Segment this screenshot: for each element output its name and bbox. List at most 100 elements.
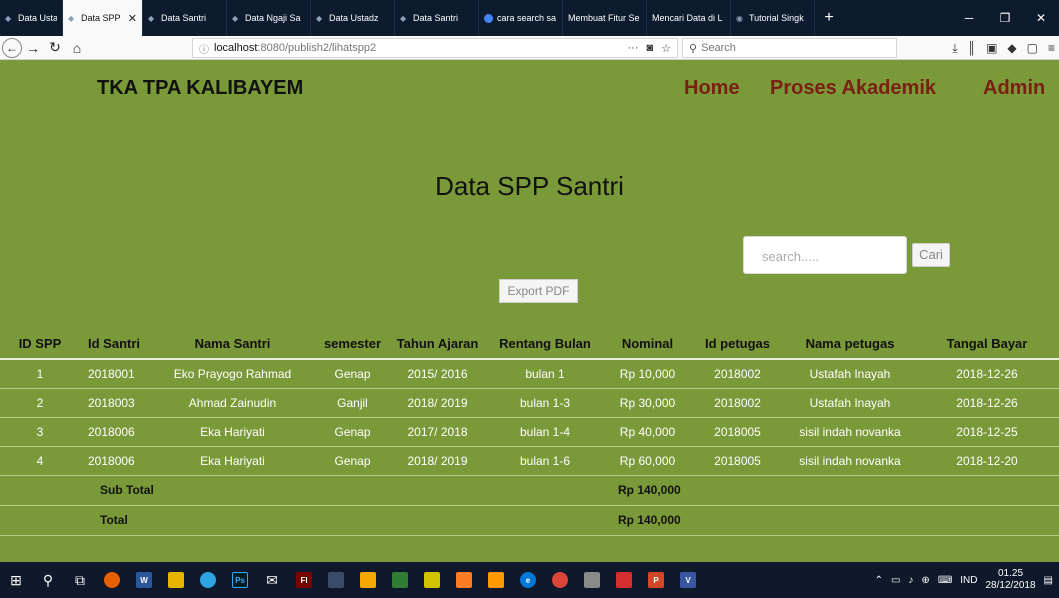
table-cell: 2018/ 2019 xyxy=(390,446,485,476)
bookmark-star-icon[interactable]: ☆ xyxy=(661,42,671,55)
browser-tab-active[interactable]: ◆ Data SPP ✕ xyxy=(63,0,143,36)
home-icon[interactable]: ⌂ xyxy=(66,37,88,59)
table-cell: 2018-12-26 xyxy=(915,359,1059,389)
sublime-icon[interactable] xyxy=(480,562,512,598)
table-cell: Eka Hariyati xyxy=(150,446,315,476)
visio-icon[interactable]: V xyxy=(672,562,704,598)
download-icon[interactable]: ⤓ xyxy=(952,41,957,56)
info-icon[interactable]: ⓘ xyxy=(199,41,209,56)
keyboard-icon[interactable]: ⌨ xyxy=(938,575,952,586)
notification-icon[interactable]: ▤ xyxy=(1044,575,1053,586)
clock[interactable]: 01.25 28/12/2018 xyxy=(985,568,1035,592)
browser-search-placeholder: Search xyxy=(701,42,736,54)
powerpoint-icon[interactable]: P xyxy=(640,562,672,598)
table-cell: 2018-12-20 xyxy=(915,446,1059,476)
page-icon: ◆ xyxy=(5,13,12,23)
app-icon[interactable] xyxy=(320,562,352,598)
total-row: Total Rp 140,000 xyxy=(0,505,1059,536)
restore-icon[interactable]: ❐ xyxy=(987,11,1023,25)
photoshop-icon[interactable]: Ps xyxy=(224,562,256,598)
minimize-icon[interactable]: ─ xyxy=(951,11,987,25)
search-input[interactable]: search..... xyxy=(743,236,907,274)
browser-tab[interactable]: ◆ Data Santri xyxy=(395,0,479,36)
table-cell: 2018/ 2019 xyxy=(390,388,485,418)
table-row: 4 2018006 Eka Hariyati Genap 2018/ 2019 … xyxy=(0,446,1059,476)
file-explorer-icon[interactable] xyxy=(160,562,192,598)
table-cell: 1 xyxy=(0,359,80,389)
close-tab-icon[interactable]: ✕ xyxy=(125,12,137,25)
back-arrow-icon[interactable]: ← xyxy=(2,37,22,58)
edge-icon[interactable]: e xyxy=(512,562,544,598)
clock-date: 28/12/2018 xyxy=(985,580,1036,591)
flash-icon[interactable]: Fl xyxy=(288,562,320,598)
reload-icon[interactable]: ↻ xyxy=(44,37,66,59)
pocket-icon[interactable]: ◙ xyxy=(646,42,653,55)
tutorial-icon: ◉ xyxy=(736,13,743,23)
network-icon[interactable]: ⊕ xyxy=(921,575,929,586)
telegram-icon[interactable] xyxy=(192,562,224,598)
search-icon[interactable]: ⚲ xyxy=(32,562,64,598)
windows-start-icon[interactable]: ⊞ xyxy=(0,562,32,598)
table-cell: 2018006 xyxy=(80,417,150,447)
mail-icon[interactable]: ✉ xyxy=(256,562,288,598)
browser-tab[interactable]: ◆Data Ustadz xyxy=(311,0,395,36)
language-indicator[interactable]: IND xyxy=(960,575,977,586)
hamburger-menu-icon[interactable]: ≡ xyxy=(1048,41,1055,55)
pen-tool-icon[interactable] xyxy=(352,562,384,598)
nav-home-link[interactable]: Home xyxy=(684,77,740,100)
table-row: 1 2018001 Eko Prayogo Rahmad Genap 2015/… xyxy=(0,359,1059,389)
browser-tab[interactable]: Membuat Fitur Se xyxy=(563,0,647,36)
table-cell: Ustafah Inayah xyxy=(785,359,915,389)
table-cell: 2018005 xyxy=(690,417,785,447)
close-window-icon[interactable]: ✕ xyxy=(1023,11,1059,25)
table-cell: Rp 40,000 xyxy=(605,417,690,447)
battery-icon[interactable]: ▭ xyxy=(891,575,900,586)
search-button[interactable]: Cari xyxy=(912,243,950,267)
paint-icon[interactable] xyxy=(576,562,608,598)
table-cell: bulan 1-6 xyxy=(485,446,605,476)
page-icon: ◆ xyxy=(400,13,407,23)
nav-proses-akademik-link[interactable]: Proses Akademik xyxy=(770,77,936,100)
total-label: Total xyxy=(80,505,605,536)
firefox-icon[interactable] xyxy=(96,562,128,598)
url-bar[interactable]: ⓘ localhost:8080/publish2/lihatspp2 ··· … xyxy=(192,38,678,58)
forward-arrow-icon[interactable]: → xyxy=(22,37,44,59)
new-tab-plus-icon[interactable]: + xyxy=(815,0,843,36)
browser-search-field[interactable]: ⚲ Search xyxy=(682,38,897,58)
shield-icon[interactable]: ◆ xyxy=(1007,41,1016,55)
url-path: :8080/publish2/lihatspp2 xyxy=(257,42,377,54)
library-icon[interactable]: ║ xyxy=(968,41,977,55)
browser-tab[interactable]: cara search sa xyxy=(479,0,563,36)
page-actions-icon[interactable]: ··· xyxy=(627,42,638,55)
task-view-icon[interactable]: ⧉ xyxy=(64,562,96,598)
column-header: ID SPP xyxy=(0,329,80,360)
notepad-icon[interactable] xyxy=(384,562,416,598)
xampp-icon[interactable] xyxy=(448,562,480,598)
page-title: Data SPP Santri xyxy=(435,171,624,201)
table-cell: 2017/ 2018 xyxy=(390,417,485,447)
sidebar-icon[interactable]: ▣ xyxy=(986,41,997,55)
clock-time: 01.25 xyxy=(998,568,1024,579)
column-header: semester xyxy=(315,329,390,360)
chrome-icon[interactable] xyxy=(544,562,576,598)
word-icon[interactable]: W xyxy=(128,562,160,598)
window-controls: ─ ❐ ✕ xyxy=(951,0,1059,36)
site-brand[interactable]: TKA TPA KALIBAYEM xyxy=(97,77,303,100)
sticky-icon[interactable] xyxy=(416,562,448,598)
browser-tab[interactable]: ◉ Tutorial Singk xyxy=(731,0,815,36)
subtotal-value: Rp 140,000 xyxy=(605,475,1059,506)
chevron-up-icon[interactable]: ⌃ xyxy=(875,575,883,586)
acrobat-icon[interactable] xyxy=(608,562,640,598)
browser-tab[interactable]: ◆ Data Santri xyxy=(143,0,227,36)
nav-admin-link[interactable]: Admin xyxy=(983,77,1045,100)
volume-icon[interactable]: ♪ xyxy=(908,575,913,586)
spp-table: ID SPP Id Santri Nama Santri semester Ta… xyxy=(0,329,1059,536)
browser-tab[interactable]: ◆ Data Ngaji Sa xyxy=(227,0,311,36)
export-pdf-button[interactable]: Export PDF xyxy=(499,279,578,303)
table-cell: Genap xyxy=(315,359,390,389)
browser-tab[interactable]: ◆Data Ustadz xyxy=(0,0,63,36)
subtotal-row: Sub Total Rp 140,000 xyxy=(0,475,1059,506)
browser-tab[interactable]: Mencari Data di L xyxy=(647,0,731,36)
screenshot-icon[interactable]: ▢ xyxy=(1027,41,1038,55)
column-header: Nominal xyxy=(605,329,690,360)
